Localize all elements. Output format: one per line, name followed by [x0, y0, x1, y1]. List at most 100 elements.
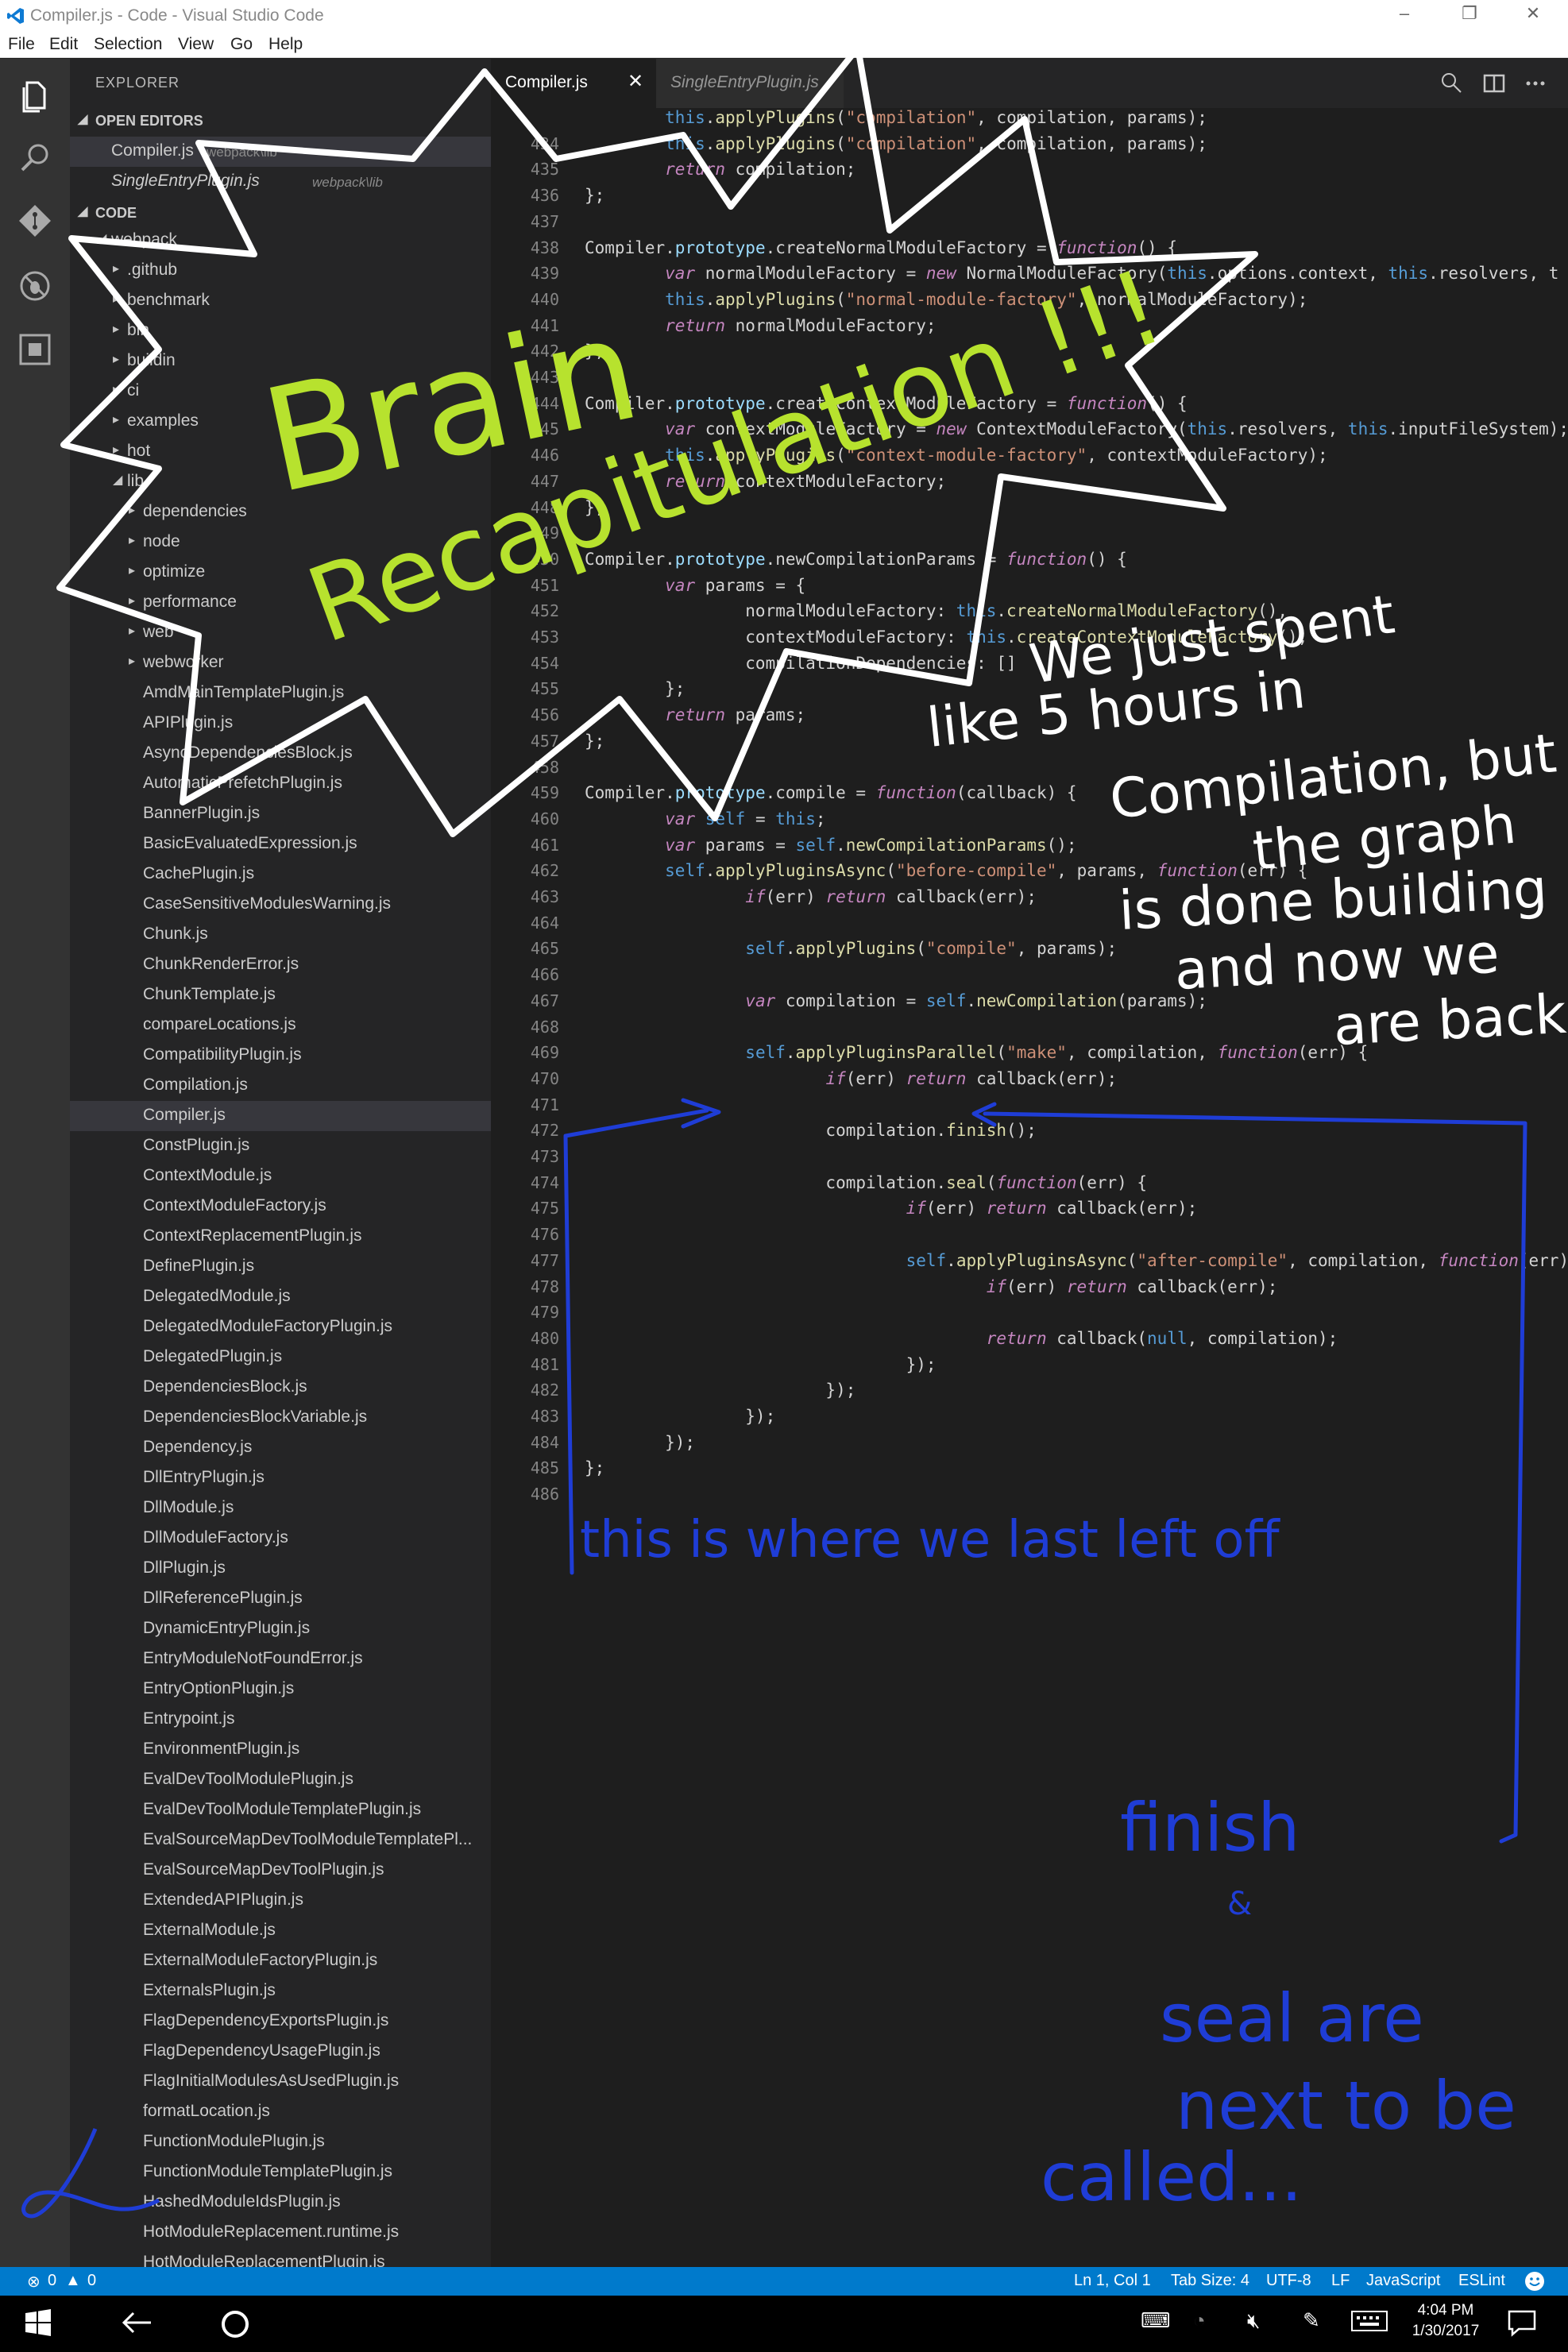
pen-icon[interactable]: ✎	[1303, 2308, 1320, 2333]
tree-file-item[interactable]: DependenciesBlockVariable.js	[70, 1403, 491, 1433]
feedback-smiley-icon[interactable]	[1524, 2270, 1546, 2292]
more-actions-icon[interactable]	[1524, 71, 1547, 95]
tree-file-item[interactable]: HotModuleReplacementPlugin.js	[70, 2248, 491, 2267]
code-editor[interactable]: this.applyPlugins("compilation", compila…	[491, 108, 1568, 2267]
tree-file-item[interactable]: DefinePlugin.js	[70, 1252, 491, 1282]
code-line[interactable]: 483 });	[491, 1407, 1568, 1433]
menu-selection[interactable]: Selection	[94, 35, 162, 54]
tree-file-item[interactable]: DelegatedModule.js	[70, 1282, 491, 1312]
tree-file-item[interactable]: ChunkTemplate.js	[70, 980, 491, 1010]
code-line[interactable]: 481 });	[491, 1355, 1568, 1381]
tree-file-item[interactable]: AutomaticPrefetchPlugin.js	[70, 769, 491, 799]
tree-file-item[interactable]: ConstPlugin.js	[70, 1131, 491, 1161]
code-line[interactable]: 485};	[491, 1458, 1568, 1485]
tree-file-item[interactable]: Chunk.js	[70, 920, 491, 950]
code-line[interactable]: 464	[491, 913, 1568, 940]
tree-file-item[interactable]: EvalSourceMapDevToolModuleTemplatePl...	[70, 1825, 491, 1856]
minimize-button[interactable]: –	[1381, 3, 1428, 24]
menu-help[interactable]: Help	[268, 35, 303, 54]
search-icon[interactable]	[16, 138, 54, 176]
menu-edit[interactable]: Edit	[49, 35, 78, 54]
tree-file-item[interactable]: ExternalModule.js	[70, 1916, 491, 1946]
tree-folder-item[interactable]: ▸ dependencies	[70, 497, 491, 527]
tree-folder-item[interactable]: ▸ ci	[70, 377, 491, 407]
tree-file-item[interactable]: AmdMainTemplatePlugin.js	[70, 678, 491, 709]
code-line[interactable]: 446 this.applyPlugins("context-module-fa…	[491, 446, 1568, 472]
code-line[interactable]: 457};	[491, 732, 1568, 758]
tree-file-item[interactable]: CompatibilityPlugin.js	[70, 1041, 491, 1071]
code-line[interactable]: 456 return params;	[491, 705, 1568, 732]
open-changes-icon[interactable]	[1440, 71, 1464, 95]
code-line[interactable]: 478 if(err) return callback(err);	[491, 1277, 1568, 1303]
open-editor-item[interactable]: Compiler.js webpack\lib	[70, 137, 491, 167]
code-line[interactable]: 475 if(err) return callback(err);	[491, 1199, 1568, 1225]
tree-file-item[interactable]: Compiler.js	[70, 1101, 491, 1131]
code-line[interactable]: 474 compilation.seal(function(err) {	[491, 1173, 1568, 1199]
tree-file-item[interactable]: BasicEvaluatedExpression.js	[70, 829, 491, 859]
keyboard-icon[interactable]	[1350, 2308, 1388, 2334]
code-line[interactable]: 471	[491, 1095, 1568, 1122]
back-arrow-icon[interactable]	[119, 2308, 154, 2337]
tree-file-item[interactable]: DllReferencePlugin.js	[70, 1584, 491, 1614]
tree-folder-item[interactable]: ▸ webworker	[70, 648, 491, 678]
error-icon[interactable]: ⊗	[27, 2272, 41, 2292]
code-line[interactable]: 468	[491, 1018, 1568, 1044]
tree-folder-item[interactable]: ▸ buildin	[70, 346, 491, 377]
code-line[interactable]: this.applyPlugins("compilation", compila…	[491, 108, 1568, 134]
tab-compiler[interactable]: Compiler.js ✕	[491, 59, 656, 108]
tree-file-item[interactable]: FunctionModulePlugin.js	[70, 2127, 491, 2157]
code-line[interactable]: 484 });	[491, 1433, 1568, 1459]
tree-file-item[interactable]: DllEntryPlugin.js	[70, 1463, 491, 1493]
open-editors-section[interactable]: ◢ OPEN EDITORS	[70, 108, 491, 133]
code-line[interactable]: 455 };	[491, 679, 1568, 705]
tree-file-item[interactable]: ChunkRenderError.js	[70, 950, 491, 980]
code-line[interactable]: 447 return contextModuleFactory;	[491, 472, 1568, 498]
code-line[interactable]: 466	[491, 965, 1568, 991]
code-line[interactable]: 467 var compilation = self.newCompilatio…	[491, 991, 1568, 1018]
tree-file-item[interactable]: Entrypoint.js	[70, 1705, 491, 1735]
tree-folder-item[interactable]: ▸ optimize	[70, 558, 491, 588]
tree-file-item[interactable]: ContextReplacementPlugin.js	[70, 1222, 491, 1252]
tree-file-item[interactable]: DependenciesBlock.js	[70, 1373, 491, 1403]
debug-icon[interactable]	[16, 267, 54, 305]
code-line[interactable]: 470 if(err) return callback(err);	[491, 1069, 1568, 1095]
extensions-icon[interactable]	[16, 330, 54, 369]
code-line[interactable]: 452 normalModuleFactory: this.createNorm…	[491, 601, 1568, 628]
tree-folder-item[interactable]: ▸ bin	[70, 316, 491, 346]
action-center-icon[interactable]	[1506, 2308, 1538, 2337]
code-line[interactable]: 440 this.applyPlugins("normal-module-fac…	[491, 290, 1568, 316]
restore-button[interactable]: ❐	[1446, 3, 1493, 24]
tree-file-item[interactable]: FunctionModuleTemplatePlugin.js	[70, 2157, 491, 2188]
git-icon[interactable]	[16, 202, 54, 240]
tree-file-item[interactable]: FlagDependencyExportsPlugin.js	[70, 2006, 491, 2037]
tree-file-item[interactable]: ContextModule.js	[70, 1161, 491, 1191]
language-mode[interactable]: JavaScript	[1366, 2272, 1440, 2290]
code-line[interactable]: 458	[491, 758, 1568, 784]
warning-count[interactable]: 0	[87, 2272, 96, 2290]
files-icon[interactable]	[16, 76, 54, 114]
tree-folder-item[interactable]: ◢ lib	[70, 467, 491, 497]
tree-file-item[interactable]: DllModuleFactory.js	[70, 1524, 491, 1554]
code-line[interactable]: 450 Compiler.prototype.newCompilationPara…	[491, 550, 1568, 576]
code-line[interactable]: 451 var params = {	[491, 576, 1568, 602]
code-line[interactable]: 463 if(err) return callback(err);	[491, 887, 1568, 913]
line-ending[interactable]: LF	[1331, 2272, 1350, 2290]
code-line[interactable]: 462 self.applyPluginsAsync("before-compi…	[491, 861, 1568, 887]
tree-folder-item[interactable]: ◢ webpack	[70, 226, 491, 256]
code-line[interactable]: 434 this.applyPlugins("compilation", com…	[491, 134, 1568, 160]
close-icon[interactable]: ✕	[628, 70, 643, 93]
cortana-icon[interactable]	[219, 2308, 251, 2340]
tree-file-item[interactable]: FlagInitialModulesAsUsedPlugin.js	[70, 2067, 491, 2097]
tree-file-item[interactable]: ExtendedAPIPlugin.js	[70, 1886, 491, 1916]
tree-file-item[interactable]: BannerPlugin.js	[70, 799, 491, 829]
linter-status[interactable]: ESLint	[1458, 2272, 1505, 2290]
code-folder-section[interactable]: ◢ CODE	[70, 200, 491, 226]
menu-view[interactable]: View	[178, 35, 214, 54]
tree-file-item[interactable]: ExternalsPlugin.js	[70, 1976, 491, 2006]
tree-file-item[interactable]: DelegatedModuleFactoryPlugin.js	[70, 1312, 491, 1342]
code-line[interactable]: 461 var params = self.newCompilationPara…	[491, 836, 1568, 862]
code-line[interactable]: 441 return normalModuleFactory;	[491, 316, 1568, 342]
tree-file-item[interactable]: DllModule.js	[70, 1493, 491, 1524]
code-line[interactable]: 453 contextModuleFactory: this.createCon…	[491, 628, 1568, 654]
tree-file-item[interactable]: CaseSensitiveModulesWarning.js	[70, 890, 491, 920]
